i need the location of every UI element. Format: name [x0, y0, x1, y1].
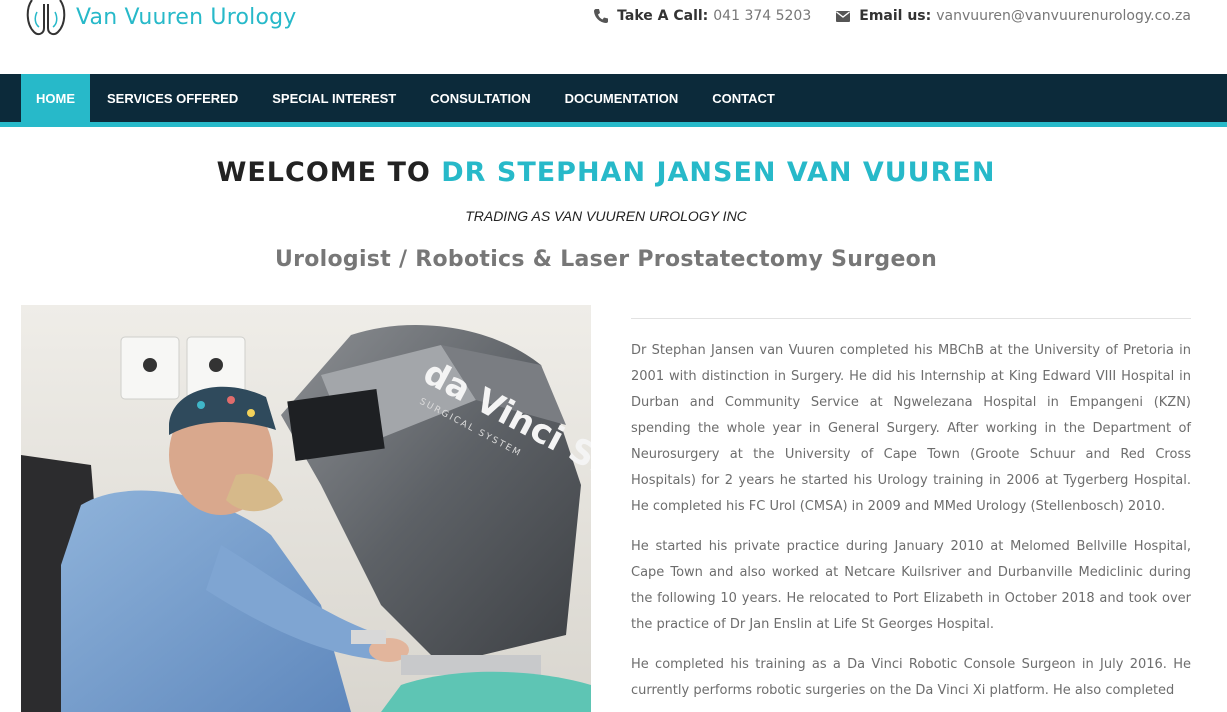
bio-paragraph-1: Dr Stephan Jansen van Vuuren completed h…: [631, 343, 1191, 514]
nav-item-contact[interactable]: CONTACT: [695, 74, 792, 122]
welcome-heading: WELCOME TO DR STEPHAN JANSEN VAN VUUREN: [0, 157, 1212, 188]
logo-mark-icon: [26, 0, 66, 36]
call-label: Take A Call:: [617, 8, 709, 24]
photo-illustration: da Vinci Si SURGICAL SYSTEM: [21, 305, 591, 712]
content-divider: [631, 318, 1191, 319]
nav-item-consultation[interactable]: CONSULTATION: [413, 74, 547, 122]
nav-item-home[interactable]: HOME: [21, 74, 90, 122]
nav-accent-bar: [0, 122, 1227, 127]
phone-icon: [594, 9, 609, 23]
specialty-subtitle: Urologist / Robotics & Laser Prostatecto…: [274, 247, 938, 272]
phone-number-link[interactable]: 041 374 5203: [713, 8, 811, 24]
logo-text: Van Vuuren Urology: [76, 4, 297, 30]
bio-text: Dr Stephan Jansen van Vuuren completed h…: [631, 338, 1191, 712]
nav-item-special-interest[interactable]: SPECIAL INTEREST: [255, 74, 413, 122]
doctor-name: DR STEPHAN JANSEN VAN VUUREN: [441, 157, 996, 188]
bio-paragraph-2: He started his private practice during J…: [631, 539, 1191, 632]
bio-paragraph-3: He completed his training as a Da Vinci …: [631, 657, 1191, 698]
email-link[interactable]: vanvuuren@vanvuurenurology.co.za: [936, 8, 1191, 24]
trading-as-line: TRADING AS VAN VUUREN UROLOGY INC: [465, 208, 747, 224]
welcome-prefix: WELCOME TO: [216, 157, 431, 188]
nav-item-documentation[interactable]: DOCUMENTATION: [548, 74, 696, 122]
call-info: Take A Call: 041 374 5203: [593, 8, 811, 24]
envelope-icon: [836, 11, 851, 22]
site-header: Van Vuuren Urology Take A Call: 041 374 …: [0, 0, 1227, 74]
main-nav: HOME SERVICES OFFERED SPECIAL INTEREST C…: [0, 74, 1227, 122]
nav-item-services-offered[interactable]: SERVICES OFFERED: [90, 74, 255, 122]
site-logo[interactable]: Van Vuuren Urology: [22, 0, 297, 40]
email-label: Email us:: [859, 8, 932, 24]
header-contact: Take A Call: 041 374 5203 Email us: vanv…: [569, 8, 1191, 24]
email-info: Email us: vanvuuren@vanvuurenurology.co.…: [835, 8, 1191, 24]
surgeon-robot-photo: da Vinci Si SURGICAL SYSTEM: [21, 305, 591, 712]
